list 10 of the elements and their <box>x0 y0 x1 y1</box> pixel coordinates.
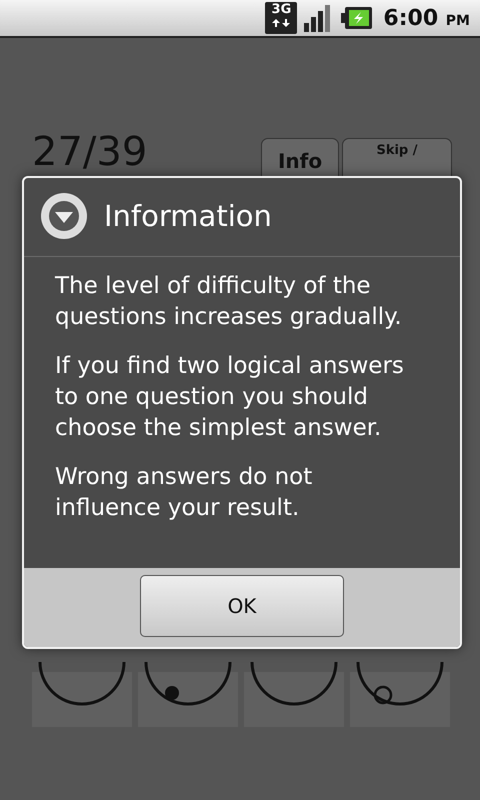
battery-icon <box>341 6 374 30</box>
question-counter: 27/39 <box>32 130 148 174</box>
network-icon: 3G <box>265 2 298 34</box>
dialog-title: Information <box>104 199 272 233</box>
ok-button[interactable]: OK <box>140 575 344 637</box>
dialog-message: Wrong answers do not influence your result. <box>55 463 314 523</box>
clock: 6:00 PM <box>383 6 470 30</box>
dialog-message: The level of difficulty of the questions increases gradually. <box>55 272 403 332</box>
dialog-message: If you find two logical answers to one question you should choose the simplest answer. <box>55 352 405 443</box>
info-icon <box>40 192 88 240</box>
